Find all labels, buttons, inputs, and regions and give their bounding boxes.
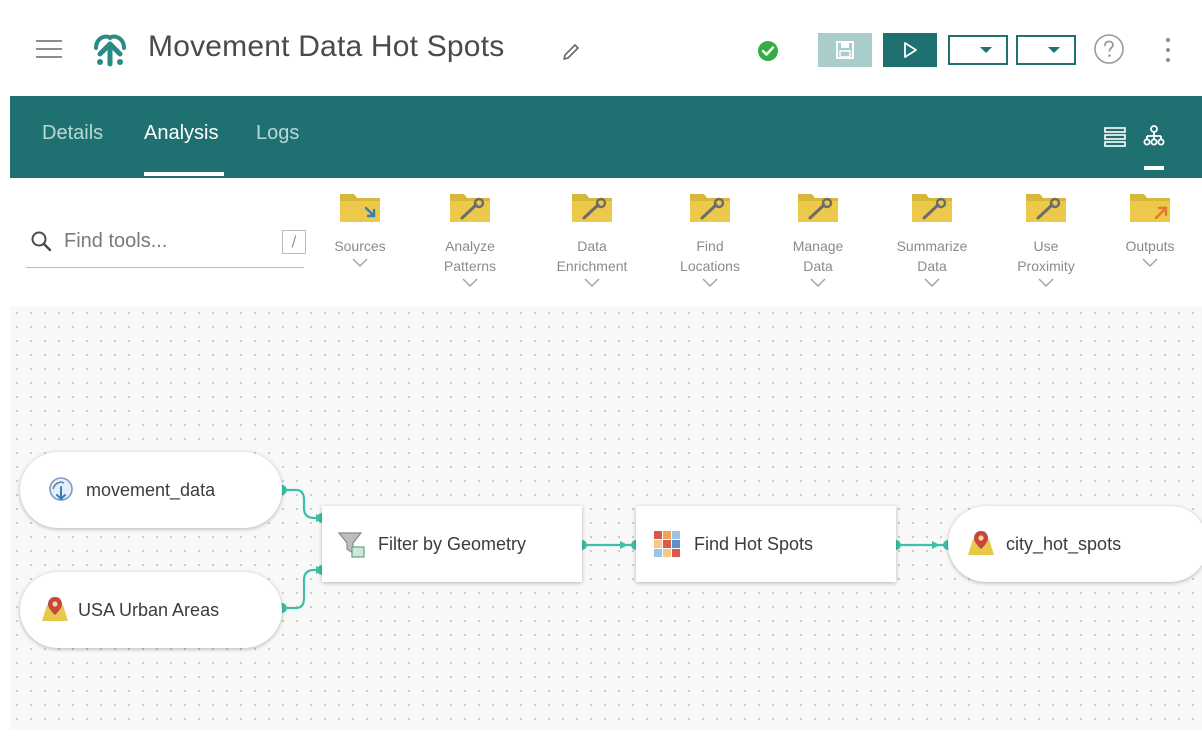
category-outputs[interactable]: Outputs [1100,188,1200,268]
node-filter-by-geometry[interactable]: Filter by Geometry [322,506,582,582]
chevron-down-icon [702,278,718,287]
folder-tool-icon [690,194,730,222]
chevron-down-icon [352,258,368,267]
folder-export-icon [1130,194,1170,222]
category-find-locations[interactable]: Find Locations [660,188,760,288]
save-icon [836,41,854,59]
help-icon[interactable] [1093,33,1125,65]
caret-down-icon [1048,47,1060,53]
run-options-dropdown[interactable] [948,35,1008,65]
chevron-down-icon [924,278,940,287]
category-label: Summarize Data [896,238,968,274]
node-label: USA Urban Areas [78,599,220,620]
filter-tool-icon [337,532,365,558]
search-icon [31,231,52,252]
map-layer-icon [42,597,68,621]
category-label: Analyze Patterns [443,238,497,274]
chevron-down-icon [584,278,600,287]
folder-tool-icon [572,194,612,222]
category-label: Manage Data [792,238,844,274]
chevron-down-icon [1142,258,1158,267]
category-label: Outputs [1125,238,1175,254]
node-find-hot-spots[interactable]: Find Hot Spots [636,506,896,582]
data-source-icon [49,477,73,501]
folder-tool-icon [912,194,952,222]
active-view-indicator [1144,166,1164,170]
node-label: movement_data [86,479,216,500]
app-header: Movement Data Hot Spots [0,0,1202,96]
list-view-icon[interactable] [1104,126,1126,148]
folder-tool-icon [798,194,838,222]
tab-analysis[interactable]: Analysis [144,122,218,145]
pencil-icon[interactable] [560,41,582,63]
node-label: city_hot_spots [1006,533,1122,554]
play-icon [904,42,917,58]
category-label: Find Locations [680,238,740,274]
node-label: Find Hot Spots [694,533,814,554]
tab-logs[interactable]: Logs [256,122,299,145]
check-circle-icon [758,41,778,61]
tree-view-icon[interactable] [1142,124,1166,148]
map-layer-icon [968,531,994,555]
search-shortcut-hint: / [282,230,306,254]
category-label: Data Enrichment [556,238,628,274]
category-sources[interactable]: Sources [310,188,410,268]
kebab-icon[interactable] [1158,36,1178,64]
tab-details[interactable]: Details [42,122,103,145]
page-title: Movement Data Hot Spots [148,30,505,63]
category-data-enrichment[interactable]: Data Enrichment [542,188,642,288]
category-summarize-data[interactable]: Summarize Data [882,188,982,288]
more-options-dropdown[interactable] [1016,35,1076,65]
node-label: Filter by Geometry [378,533,527,554]
chevron-down-icon [810,278,826,287]
active-tab-indicator [144,172,224,176]
run-button[interactable] [883,33,937,67]
category-analyze-patterns[interactable]: Analyze Patterns [420,188,520,288]
folder-tool-icon [1026,194,1066,222]
category-label: Sources [334,238,386,254]
chevron-down-icon [462,278,478,287]
hot-spot-tool-icon [654,531,680,557]
tool-search: / [26,220,306,268]
hamburger-icon[interactable] [36,38,62,60]
category-use-proximity[interactable]: Use Proximity [996,188,1096,288]
node-usa-urban-areas[interactable]: USA Urban Areas [20,572,282,648]
tab-bar: Details Analysis Logs [10,96,1202,178]
caret-down-icon [980,47,992,53]
folder-import-icon [340,194,380,222]
node-movement-data[interactable]: movement_data [20,452,282,528]
app-logo-icon [94,34,126,67]
folder-tool-icon [450,194,490,222]
search-input[interactable] [64,226,260,256]
save-button[interactable] [818,33,872,67]
tool-strip: / Sources AnalyzePatterns DataEnrichment [10,178,1202,306]
category-manage-data[interactable]: Manage Data [768,188,868,288]
category-label: Use Proximity [1017,238,1075,274]
chevron-down-icon [1038,278,1054,287]
node-city-hot-spots[interactable]: city_hot_spots [948,506,1202,582]
